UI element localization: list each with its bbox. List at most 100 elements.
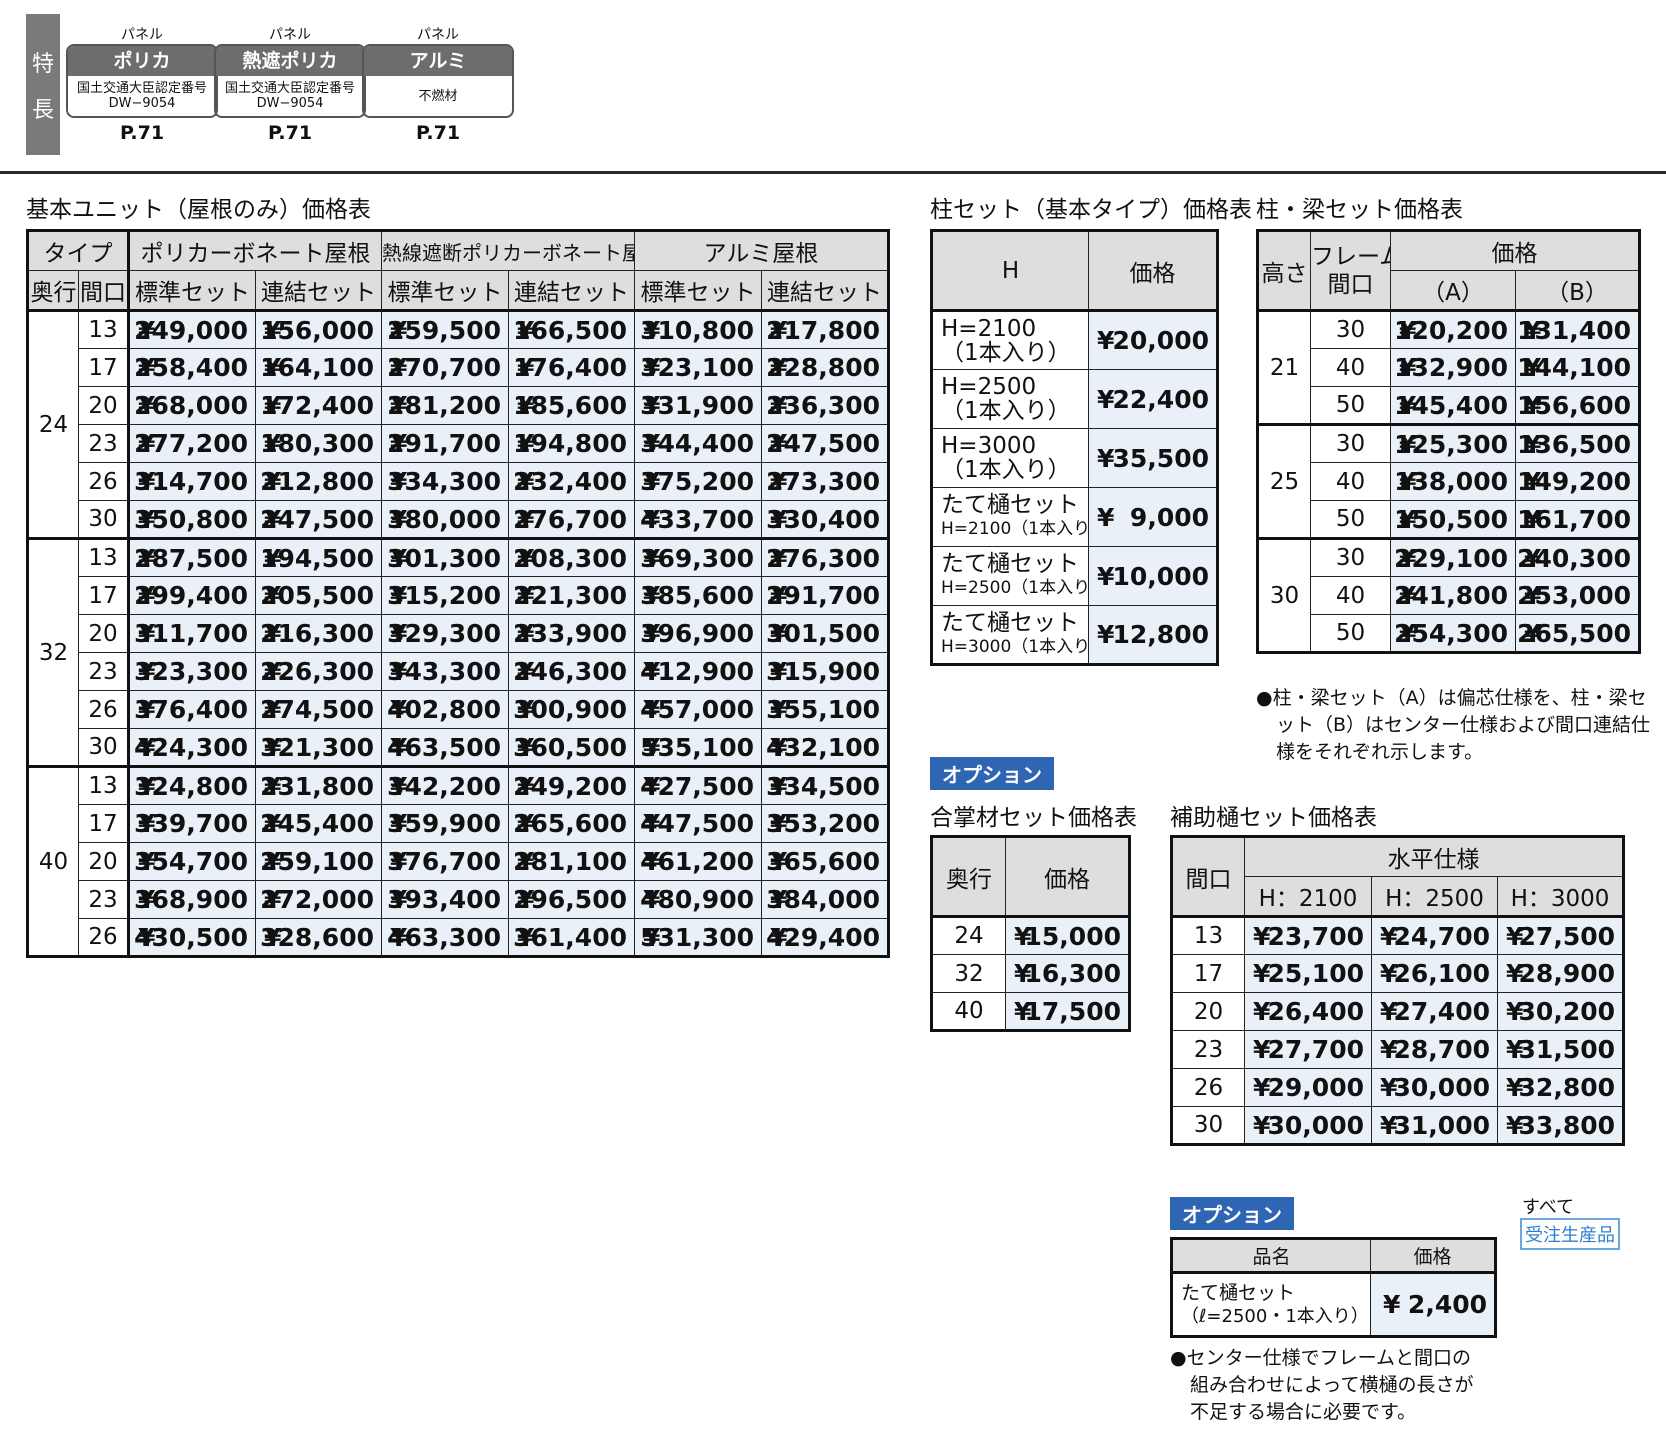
item-spec: （ℓ=2500・1本入り） — [1181, 1305, 1369, 1327]
pillar-table-title: 柱セット（基本タイプ）価格表 — [930, 197, 1252, 223]
price-cell: ¥240,300 — [1515, 538, 1640, 577]
header-linked-set: 連結セット — [255, 270, 382, 311]
pillar-label: たて樋セットH=3000（1本入り） — [931, 605, 1089, 665]
price-cell: ¥17,500 — [1005, 992, 1130, 1031]
pillar-label: H=2100 （1本入り） — [931, 310, 1089, 370]
yen-sign: ¥ — [1097, 502, 1115, 532]
price-value: 20,000 — [1112, 326, 1209, 355]
header-item-name: 品名 — [1171, 1238, 1371, 1273]
table-row: 30 ¥424,300 ¥321,300 ¥463,500 ¥360,500 ¥535,1… — [27, 728, 889, 767]
table-row: H=2500 （1本入り） ¥22,400 — [931, 369, 1218, 429]
yen-sign: ¥ — [1524, 581, 1542, 610]
price-cell: ¥31,000 — [1371, 1106, 1498, 1145]
table-row: H=2100 （1本入り） ¥20,000 — [931, 310, 1218, 370]
price-cell: ¥301,300 — [381, 538, 509, 577]
width-cell: 20 — [78, 386, 130, 425]
price-value: 9,000 — [1129, 502, 1209, 532]
gutter-price-table: 間口 水平仕様 H：2100 H：2500 H：3000 13 ¥23,700 ¥2… — [1170, 835, 1626, 1146]
yen-sign: ¥ — [1253, 997, 1271, 1026]
price-cell: ¥221,300 — [508, 576, 635, 615]
yen-sign: ¥ — [1380, 1035, 1398, 1064]
feature-desc: 国土交通大臣認定番号 — [224, 81, 355, 96]
table-row: 20 ¥311,700 ¥216,300 ¥329,300 ¥233,900 ¥396,9… — [28, 614, 889, 653]
yen-sign: ¥ — [390, 429, 408, 458]
price-cell: ¥16,300 — [1005, 954, 1130, 993]
yen-sign: ¥ — [264, 847, 282, 876]
yen-sign: ¥ — [138, 732, 156, 762]
price-value: 2,400 — [1407, 1290, 1487, 1319]
price-cell: ¥334,500 — [761, 766, 889, 805]
yen-sign: ¥ — [1253, 1073, 1271, 1102]
header-depth: 奥行 — [931, 836, 1006, 917]
feature-desc: 国土交通大臣認定番号 — [76, 81, 207, 96]
header-h: H — [931, 230, 1089, 311]
feature-category: パネル — [269, 27, 311, 43]
features-label: 特 長 — [26, 14, 60, 155]
price-value: 31,500 — [1518, 1035, 1616, 1064]
price-cell: ¥26,100 — [1371, 954, 1498, 993]
price-cell: ¥172,400 — [255, 386, 382, 425]
yen-sign: ¥ — [1506, 959, 1524, 988]
yen-sign: ¥ — [138, 619, 156, 648]
table-row: 23 ¥323,300 ¥226,300 ¥343,300 ¥246,300 ¥412,9… — [28, 652, 889, 691]
header-roof-aluminum: アルミ屋根 — [634, 230, 889, 271]
price-cell: ¥375,200 — [634, 462, 762, 501]
header-b: （B） — [1515, 270, 1640, 311]
price-cell: ¥164,100 — [255, 348, 382, 387]
price-value: 25,100 — [1267, 959, 1364, 988]
pillar-label-sub: （1本入り） — [941, 398, 1071, 424]
header-a: （A） — [1390, 270, 1516, 311]
item-price: ¥ 2,400 — [1370, 1272, 1496, 1337]
table-row: 25 30 ¥125,300 ¥136,500 — [1257, 424, 1640, 539]
beam-note-line: ット（B）はセンター仕様および間口連結仕 — [1276, 714, 1651, 736]
pillar-label-sub: （1本入り） — [941, 339, 1071, 366]
price-cell: ¥321,300 — [255, 728, 382, 767]
feature-item: パネル アルミ 不燃材 P.71 — [362, 24, 514, 144]
yen-sign: ¥ — [1380, 997, 1398, 1026]
yen-sign: ¥ — [517, 847, 535, 876]
yen-sign: ¥ — [1399, 504, 1417, 534]
table-row: 50 ¥145,400 ¥156,600 — [1257, 386, 1640, 425]
price-cell: ¥265,500 — [1515, 614, 1640, 653]
price-value: 30,200 — [1518, 997, 1616, 1026]
yen-sign: ¥ — [264, 809, 282, 838]
yen-sign: ¥ — [1383, 1290, 1401, 1319]
price-cell: ¥314,700 — [128, 462, 256, 501]
width-cell: 23 — [78, 880, 130, 919]
yen-sign: ¥ — [1253, 1110, 1271, 1140]
yen-sign: ¥ — [643, 429, 661, 458]
price-cell: ¥376,700 — [381, 842, 509, 881]
price-cell: ¥32,800 — [1496, 1068, 1625, 1107]
pillar-label-main: たて樋セット — [941, 609, 1079, 636]
feature-body: 国土交通大臣認定番号 DW−9054 — [216, 76, 364, 116]
header-linked-set: 連結セット — [508, 270, 635, 311]
yen-sign: ¥ — [770, 732, 788, 762]
width-cell: 30 — [78, 500, 130, 539]
header-horizontal-spec: 水平仕様 — [1243, 836, 1625, 877]
yen-sign: ¥ — [770, 657, 788, 686]
price-cell: ¥31,500 — [1496, 1030, 1625, 1069]
pillar-label-sub: H=2500（1本入り） — [941, 578, 1089, 598]
beam-note: ●柱・梁セット（A）は偏芯仕様を、柱・梁セ ット（B）はセンター仕様および間口連… — [1256, 685, 1650, 766]
yen-sign: ¥ — [390, 847, 408, 876]
price-cell: ¥30,000 — [1244, 1106, 1372, 1145]
price-value: 33,800 — [1518, 1110, 1616, 1140]
table-row: 40 ¥132,900 ¥144,100 — [1258, 348, 1640, 387]
frame-cell: 30 — [1310, 424, 1391, 463]
table-row: 20 ¥354,700 ¥259,100 ¥376,700 ¥281,100 ¥461,2… — [28, 842, 889, 881]
header-depth: 奥行 — [27, 270, 79, 311]
table-row: 26 ¥376,400 ¥274,500 ¥402,800 ¥300,900 ¥457,0… — [28, 690, 889, 729]
yen-sign: ¥ — [1524, 504, 1542, 534]
yen-sign: ¥ — [1014, 996, 1032, 1026]
depth-cell: 24 — [931, 916, 1006, 955]
price-cell: ¥229,100 — [1390, 538, 1516, 577]
yen-sign: ¥ — [390, 467, 408, 496]
feature-name: アルミ — [364, 46, 512, 76]
price-cell: ¥208,300 — [508, 538, 635, 577]
header-width: 間口 — [1171, 836, 1245, 918]
table-row: 26 ¥314,700 ¥212,800 ¥334,300 ¥232,400 ¥375,2… — [28, 462, 889, 501]
price-cell: ¥328,600 — [255, 918, 382, 957]
feature-item: パネル ポリカ 国土交通大臣認定番号 DW−9054 P.71 — [66, 24, 218, 144]
header-roof-heat-shield: 熱線遮断ポリカーボネート屋根 — [381, 230, 635, 271]
header-price: 価格 — [1005, 836, 1130, 917]
